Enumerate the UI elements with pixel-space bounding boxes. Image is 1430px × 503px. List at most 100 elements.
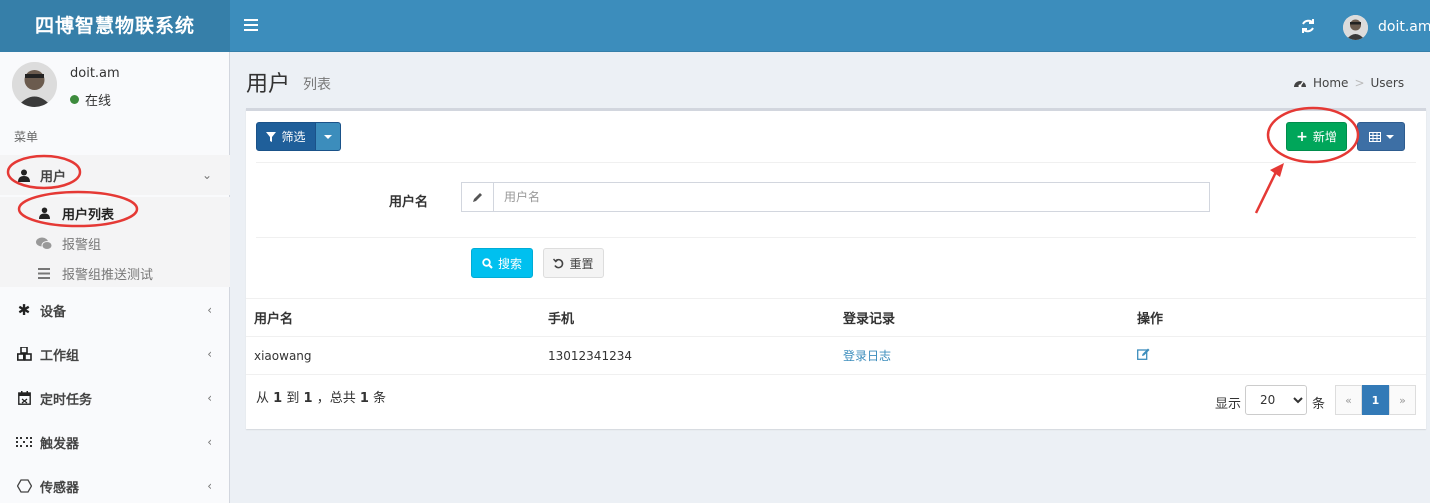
columns-toggle-button[interactable] <box>1357 122 1405 151</box>
sidebar-item-label: 定时任务 <box>40 392 93 408</box>
search-button-label: 搜索 <box>497 256 522 271</box>
user-panel: doit.am 在线 <box>0 52 230 122</box>
filter-icon <box>266 131 277 142</box>
column-header[interactable]: 登录记录 <box>835 298 1129 337</box>
table-icon <box>1368 131 1381 142</box>
chevron-left-icon: ‹ <box>207 391 212 405</box>
sidebar-item-label: 用户列表 <box>62 207 115 223</box>
page-button-current[interactable]: 1 <box>1362 385 1389 415</box>
page-subtitle: 列表 <box>303 77 331 93</box>
dots-grid-icon <box>16 434 32 450</box>
filter-button-label: 筛选 <box>281 130 306 144</box>
users-submenu: 用户列表 报警组 报警组推送测试 <box>0 197 230 287</box>
chevron-left-icon: ‹ <box>207 303 212 317</box>
summary-to: 1 <box>303 391 313 406</box>
sidebar-item-label: 工作组 <box>40 348 80 364</box>
navbar-user-menu[interactable]: doit.am <box>1343 14 1430 40</box>
user-icon <box>36 207 52 219</box>
asterisk-icon: ✱ <box>17 301 31 319</box>
chevron-left-icon: ‹ <box>207 347 212 361</box>
column-header[interactable]: 用户名 <box>246 298 540 337</box>
reset-button-label: 重置 <box>569 256 594 271</box>
user-status-label: 在线 <box>85 94 112 109</box>
sidebar-item-scheduled-tasks[interactable]: 定时任务 ‹ <box>0 378 230 418</box>
sidebar-item-alarm-group[interactable]: 报警组 <box>36 229 101 257</box>
summary-total-label: ，总共 <box>316 391 356 406</box>
dashboard-icon <box>1294 81 1306 88</box>
summary-prefix: 从 <box>256 391 270 406</box>
sidebar-item-devices[interactable]: ✱ 设备 ‹ <box>0 290 230 330</box>
hamburger-icon[interactable] <box>244 16 258 34</box>
plus-icon: + <box>1296 128 1308 145</box>
sidebar-item-workgroups[interactable]: 工作组 ‹ <box>0 334 230 374</box>
add-user-button[interactable]: + 新增 <box>1286 122 1347 151</box>
summary-from: 1 <box>273 391 283 406</box>
online-dot-icon <box>70 95 79 104</box>
users-table: 用户名 手机 登录记录 操作 xiaowang 13012341234 登录日志 <box>246 298 1426 375</box>
search-button[interactable]: 搜索 <box>471 248 533 278</box>
user-list-box: 筛选 + 新增 用户名 搜索 重置 用户名 手机 登录记录 操作 <box>246 108 1426 429</box>
sidebar-item-sensors[interactable]: 传感器 ‹ <box>0 466 230 503</box>
username-input-group <box>461 182 1210 212</box>
navbar-user-name: doit.am <box>1378 19 1430 35</box>
next-page-button[interactable]: » <box>1389 385 1416 415</box>
unit-label: 条 <box>1312 397 1326 412</box>
sidebar-user-name: doit.am <box>70 66 120 81</box>
breadcrumb-separator: > <box>1354 76 1365 90</box>
sidebar-item-label: 触发器 <box>40 436 80 452</box>
table-header-row: 用户名 手机 登录记录 操作 <box>246 298 1426 337</box>
calendar-icon <box>16 390 32 406</box>
app-logo[interactable]: 四博智慧物联系统 <box>0 0 230 52</box>
username-search-input[interactable] <box>494 183 1209 211</box>
filter-button[interactable]: 筛选 <box>256 122 316 151</box>
edit-icon[interactable] <box>1137 348 1150 360</box>
divider <box>256 237 1416 238</box>
hexagon-icon <box>16 478 32 494</box>
login-log-link[interactable]: 登录日志 <box>843 349 891 363</box>
filter-dropdown-toggle[interactable] <box>316 122 341 151</box>
pencil-icon <box>462 183 494 211</box>
pagination-summary: 从 1 到 1 ，总共 1 条 <box>256 387 386 406</box>
summary-total: 1 <box>359 391 369 406</box>
sidebar-item-triggers[interactable]: 触发器 ‹ <box>0 422 230 462</box>
sidebar-item-user-list[interactable]: 用户列表 <box>36 199 114 227</box>
sidebar-item-label: 报警组推送测试 <box>62 267 154 283</box>
add-button-label: 新增 <box>1312 130 1337 144</box>
table-row: xiaowang 13012341234 登录日志 <box>246 336 1426 375</box>
user-status: 在线 <box>70 90 111 109</box>
breadcrumb-current: Users <box>1370 76 1405 90</box>
chevron-left-icon: ‹ <box>207 479 212 493</box>
caret-down-icon <box>1385 134 1394 139</box>
username-label: 用户名 <box>389 195 429 210</box>
chevron-down-icon: ⌄ <box>201 168 212 182</box>
refresh-icon[interactable] <box>1300 18 1316 34</box>
page-title: 用户 <box>246 72 291 97</box>
pagination: « 1 » <box>1335 385 1416 415</box>
sidebar-item-label: 传感器 <box>40 480 80 496</box>
sidebar-item-label: 用户 <box>40 169 67 185</box>
breadcrumb-home[interactable]: Home <box>1313 76 1348 90</box>
top-navbar: 四博智慧物联系统 doit.am <box>0 0 1430 52</box>
chevron-left-icon: ‹ <box>207 435 212 449</box>
cell-username: xiaowang <box>246 336 540 375</box>
reset-button[interactable]: 重置 <box>543 248 604 278</box>
page-size-select[interactable]: 20 <box>1245 385 1307 415</box>
undo-icon <box>553 258 564 268</box>
cubes-icon <box>16 346 32 362</box>
user-icon <box>16 167 32 183</box>
caret-down-icon <box>324 134 332 139</box>
avatar <box>1343 14 1368 40</box>
sidebar-item-users[interactable]: 用户 ⌄ <box>0 155 230 195</box>
summary-to-label: 到 <box>286 391 300 406</box>
prev-page-button[interactable]: « <box>1335 385 1362 415</box>
show-label: 显示 <box>1215 397 1242 412</box>
wechat-icon <box>36 237 52 250</box>
divider <box>256 162 1416 163</box>
sidebar: doit.am 在线 菜单 用户 ⌄ 用户列表 报警组 报警组推送测试 ✱ 设备… <box>0 52 230 503</box>
list-icon <box>36 267 52 279</box>
menu-header: 菜单 <box>14 130 39 144</box>
column-header[interactable]: 手机 <box>540 298 835 337</box>
search-icon <box>482 257 493 269</box>
breadcrumb: Home > Users <box>1293 76 1404 90</box>
sidebar-item-alarm-push-test[interactable]: 报警组推送测试 <box>36 259 153 287</box>
